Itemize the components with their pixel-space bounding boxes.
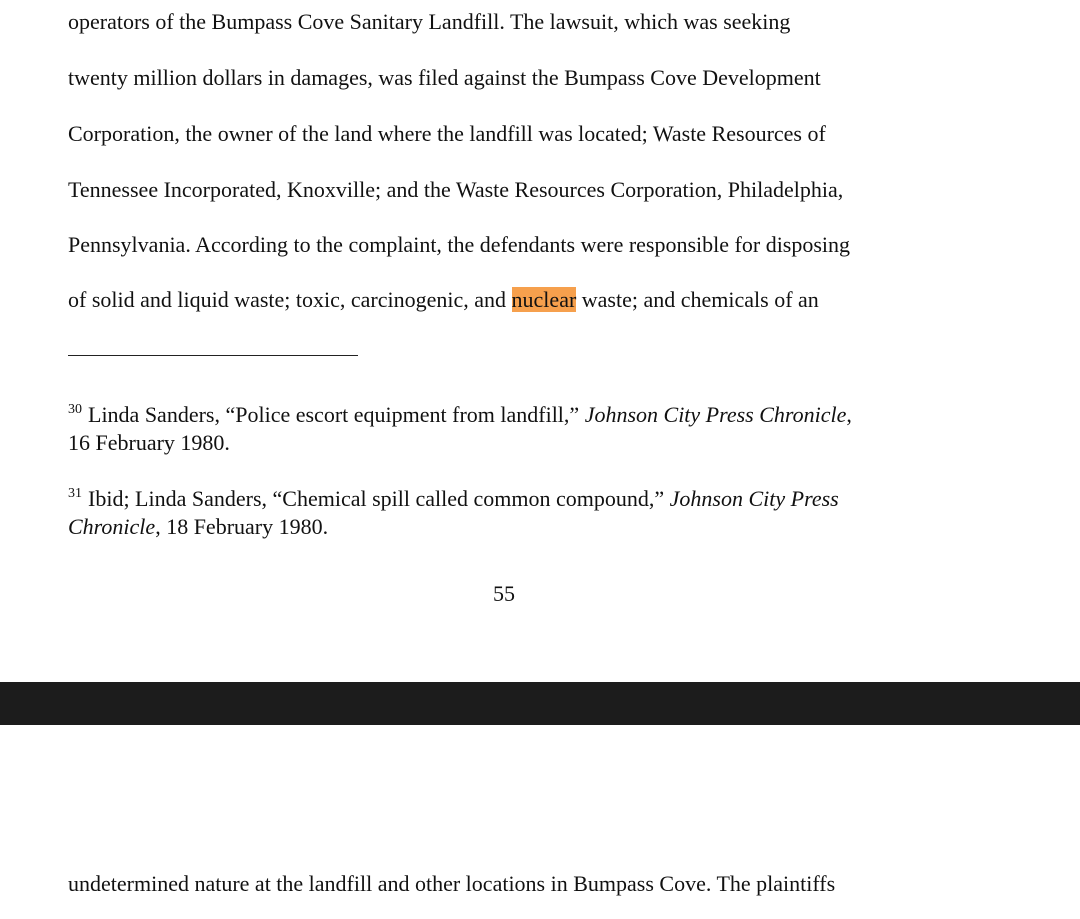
pdf-page-55: operators of the Bumpass Cove Sanitary L…	[0, 0, 1080, 682]
footnote-line: 16 February 1980.	[68, 429, 968, 457]
body-text-line: Corporation, the owner of the land where…	[68, 121, 826, 146]
footnote-text: ,	[846, 402, 852, 427]
footnote-text: 16 February 1980.	[68, 430, 230, 455]
footnote-line: Chronicle, 18 February 1980.	[68, 513, 968, 541]
footnote-number: 30	[68, 402, 82, 417]
body-text-line: Pennsylvania. According to the complaint…	[68, 232, 851, 257]
footnote-text: , 18 February 1980.	[155, 514, 329, 539]
footnote-text: Ibid; Linda Sanders, “Chemical spill cal…	[88, 486, 670, 511]
pdf-page-56: undetermined nature at the landfill and …	[0, 725, 1080, 919]
body-text-line: undetermined nature at the landfill and …	[68, 871, 836, 896]
footnote-separator	[68, 355, 358, 356]
footnote-line: 31 Ibid; Linda Sanders, “Chemical spill c…	[68, 480, 968, 513]
footnote-source-title: Chronicle	[68, 514, 156, 539]
text-run: waste; and chemicals of an	[576, 287, 819, 312]
footnote-line: 30 Linda Sanders, “Police escort equipmen…	[68, 396, 968, 429]
footnote-source-title: Johnson City Press Chronicle	[584, 402, 847, 427]
footnote-30: 30 Linda Sanders, “Police escort equipmen…	[68, 396, 968, 457]
page-separator	[0, 682, 1080, 725]
body-text-line: Tennessee Incorporated, Knoxville; and t…	[68, 177, 844, 202]
body-text-line: of solid and liquid waste; toxic, carcin…	[68, 286, 819, 314]
footnote-text: Linda Sanders, “Police escort equipment …	[88, 402, 585, 427]
footnote-number: 31	[68, 486, 82, 501]
footnote-31: 31 Ibid; Linda Sanders, “Chemical spill c…	[68, 480, 968, 541]
text-run: of solid and liquid waste; toxic, carcin…	[68, 287, 512, 312]
footnote-source-title: Johnson City Press	[669, 486, 839, 511]
page-number: 55	[493, 581, 515, 606]
search-highlight[interactable]: nuclear	[511, 287, 577, 312]
body-text-line: twenty million dollars in damages, was f…	[68, 65, 821, 90]
body-text-line: operators of the Bumpass Cove Sanitary L…	[68, 9, 791, 34]
